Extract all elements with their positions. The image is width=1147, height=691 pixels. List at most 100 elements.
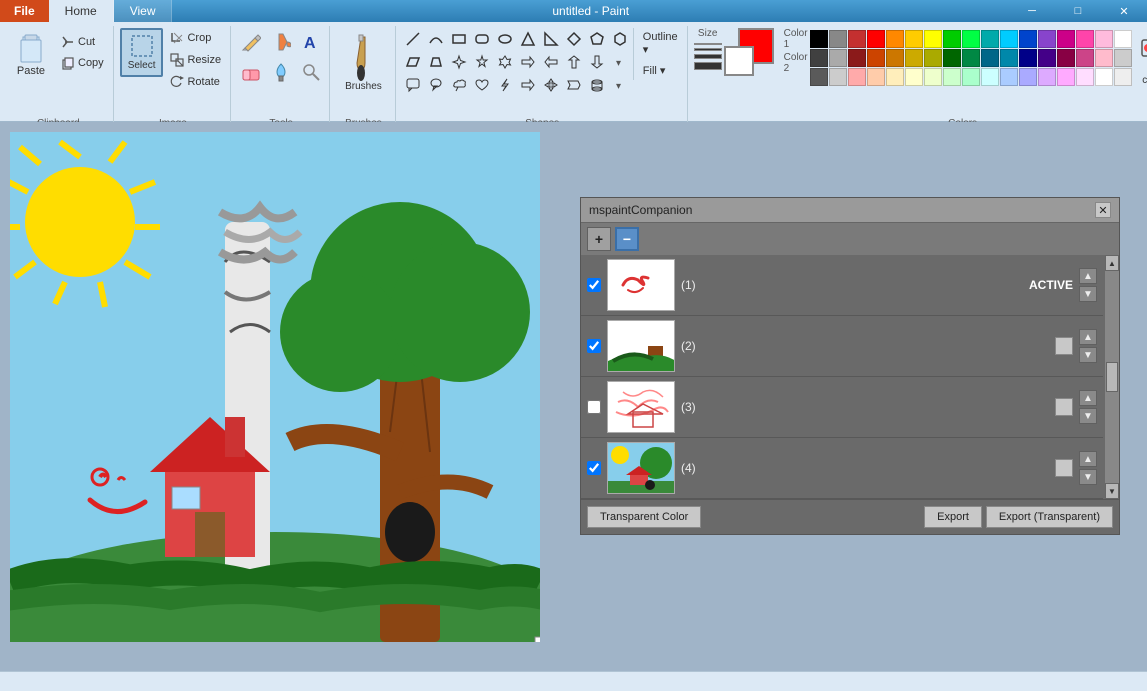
export-button[interactable]: Export <box>924 506 982 528</box>
layer-4-checkbox[interactable] <box>587 461 601 475</box>
size-2[interactable] <box>694 48 722 51</box>
scroll-up-button[interactable]: ▲ <box>1105 255 1119 271</box>
layer-1-up[interactable]: ▲ <box>1079 268 1097 284</box>
crop-button[interactable]: Crop <box>165 28 226 48</box>
palette-peach[interactable] <box>867 68 885 86</box>
shape-right-triangle[interactable] <box>540 28 562 50</box>
palette-salmon[interactable] <box>848 68 866 86</box>
shape-hexagon[interactable] <box>609 28 631 50</box>
shape-notch[interactable] <box>563 74 585 96</box>
shape-4star[interactable] <box>448 51 470 73</box>
palette-teal[interactable] <box>981 30 999 48</box>
layer-2-visibility[interactable] <box>1055 337 1073 355</box>
palette-red[interactable] <box>867 30 885 48</box>
shape-arrow-right2[interactable] <box>517 74 539 96</box>
palette-darkgold[interactable] <box>905 49 923 67</box>
layer-2-down[interactable]: ▼ <box>1079 347 1097 363</box>
palette-mintgreen[interactable] <box>943 68 961 86</box>
palette-darkgray1[interactable] <box>810 49 828 67</box>
scroll-thumb[interactable] <box>1106 362 1118 392</box>
shape-arrow-up[interactable] <box>563 51 585 73</box>
palette-purple[interactable] <box>1038 30 1056 48</box>
palette-lilac[interactable] <box>1038 68 1056 86</box>
palette-cream[interactable] <box>886 68 904 86</box>
palette-yellow[interactable] <box>924 30 942 48</box>
palette-lavender[interactable] <box>1019 68 1037 86</box>
palette-honeydew[interactable] <box>924 68 942 86</box>
shape-cylinder[interactable] <box>586 74 608 96</box>
shape-trapezoid[interactable] <box>425 51 447 73</box>
scroll-down-button[interactable]: ▼ <box>1105 483 1119 499</box>
layer-1-down[interactable]: ▼ <box>1079 286 1097 302</box>
palette-blush[interactable] <box>1095 49 1113 67</box>
outline-button[interactable]: Outline ▾ <box>638 28 683 59</box>
shape-rect[interactable] <box>448 28 470 50</box>
size-1[interactable] <box>694 43 722 45</box>
transparent-color-button[interactable]: Transparent Color <box>587 506 701 528</box>
select-button[interactable]: Select <box>120 28 164 77</box>
color-picker-button[interactable] <box>267 58 295 86</box>
shape-6star[interactable] <box>494 51 516 73</box>
palette-lightblue[interactable] <box>1000 68 1018 86</box>
palette-gray2[interactable] <box>829 68 847 86</box>
canvas-wrapper[interactable] <box>10 132 540 642</box>
layer-1-checkbox[interactable] <box>587 278 601 292</box>
layer-3-up[interactable]: ▲ <box>1079 390 1097 406</box>
palette-gold[interactable] <box>905 30 923 48</box>
palette-white2[interactable] <box>1095 68 1113 86</box>
palette-lightgray[interactable] <box>829 49 847 67</box>
shapes-scroll[interactable]: ▾ <box>609 51 631 73</box>
palette-lightcyan[interactable] <box>981 68 999 86</box>
palette-magenta[interactable] <box>1057 49 1075 67</box>
palette-orange[interactable] <box>886 30 904 48</box>
layer-3-checkbox[interactable] <box>587 400 601 414</box>
shape-arrow-down[interactable] <box>586 51 608 73</box>
companion-close-button[interactable]: ✕ <box>1095 202 1111 218</box>
palette-olive[interactable] <box>924 49 942 67</box>
add-layer-button[interactable]: + <box>587 227 611 251</box>
shape-diamond[interactable] <box>563 28 585 50</box>
copy-button[interactable]: Copy <box>56 53 109 73</box>
resize-button[interactable]: Resize <box>165 50 226 70</box>
maximize-button[interactable]: □ <box>1055 0 1101 22</box>
palette-thistle[interactable] <box>1076 68 1094 86</box>
layer-4-down[interactable]: ▼ <box>1079 469 1097 485</box>
fill-button[interactable] <box>267 28 295 56</box>
layer-3-visibility[interactable] <box>1055 398 1073 416</box>
layer-scrollbar[interactable]: ▲ ▼ <box>1105 255 1119 499</box>
palette-offwhite[interactable] <box>1114 68 1132 86</box>
home-tab[interactable]: Home <box>49 0 114 22</box>
shape-heart[interactable] <box>471 74 493 96</box>
rotate-button[interactable]: Rotate <box>165 72 226 92</box>
shape-line[interactable] <box>402 28 424 50</box>
palette-darkpurple[interactable] <box>1038 49 1056 67</box>
pencil-button[interactable] <box>237 28 265 56</box>
color-2-swatch[interactable] <box>724 46 754 76</box>
view-tab[interactable]: View <box>114 0 173 22</box>
palette-lime[interactable] <box>962 30 980 48</box>
layer-4-visibility[interactable] <box>1055 459 1073 477</box>
shape-round-callout[interactable] <box>425 74 447 96</box>
remove-layer-button[interactable]: − <box>615 227 639 251</box>
palette-lightpink[interactable] <box>1095 30 1113 48</box>
shape-5star[interactable] <box>471 51 493 73</box>
text-button[interactable]: A <box>297 28 325 56</box>
close-button[interactable]: ✕ <box>1101 0 1147 22</box>
shape-arrow-right[interactable] <box>517 51 539 73</box>
shape-lightning[interactable] <box>494 74 516 96</box>
layer-2-up[interactable]: ▲ <box>1079 329 1097 345</box>
palette-aquamint[interactable] <box>962 68 980 86</box>
palette-burnt[interactable] <box>867 49 885 67</box>
shape-rounded-rect[interactable] <box>471 28 493 50</box>
eraser-button[interactable] <box>237 58 265 86</box>
minimize-button[interactable]: ─ <box>1009 0 1055 22</box>
shape-pentagon[interactable] <box>586 28 608 50</box>
palette-green[interactable] <box>943 30 961 48</box>
layer-4-up[interactable]: ▲ <box>1079 451 1097 467</box>
palette-blue[interactable] <box>1019 30 1037 48</box>
shape-cloud-callout[interactable] <box>448 74 470 96</box>
export-transparent-button[interactable]: Export (Transparent) <box>986 506 1113 528</box>
palette-darkorange[interactable] <box>886 49 904 67</box>
fill-button[interactable]: Fill ▾ <box>638 61 683 80</box>
palette-violet[interactable] <box>1057 30 1075 48</box>
